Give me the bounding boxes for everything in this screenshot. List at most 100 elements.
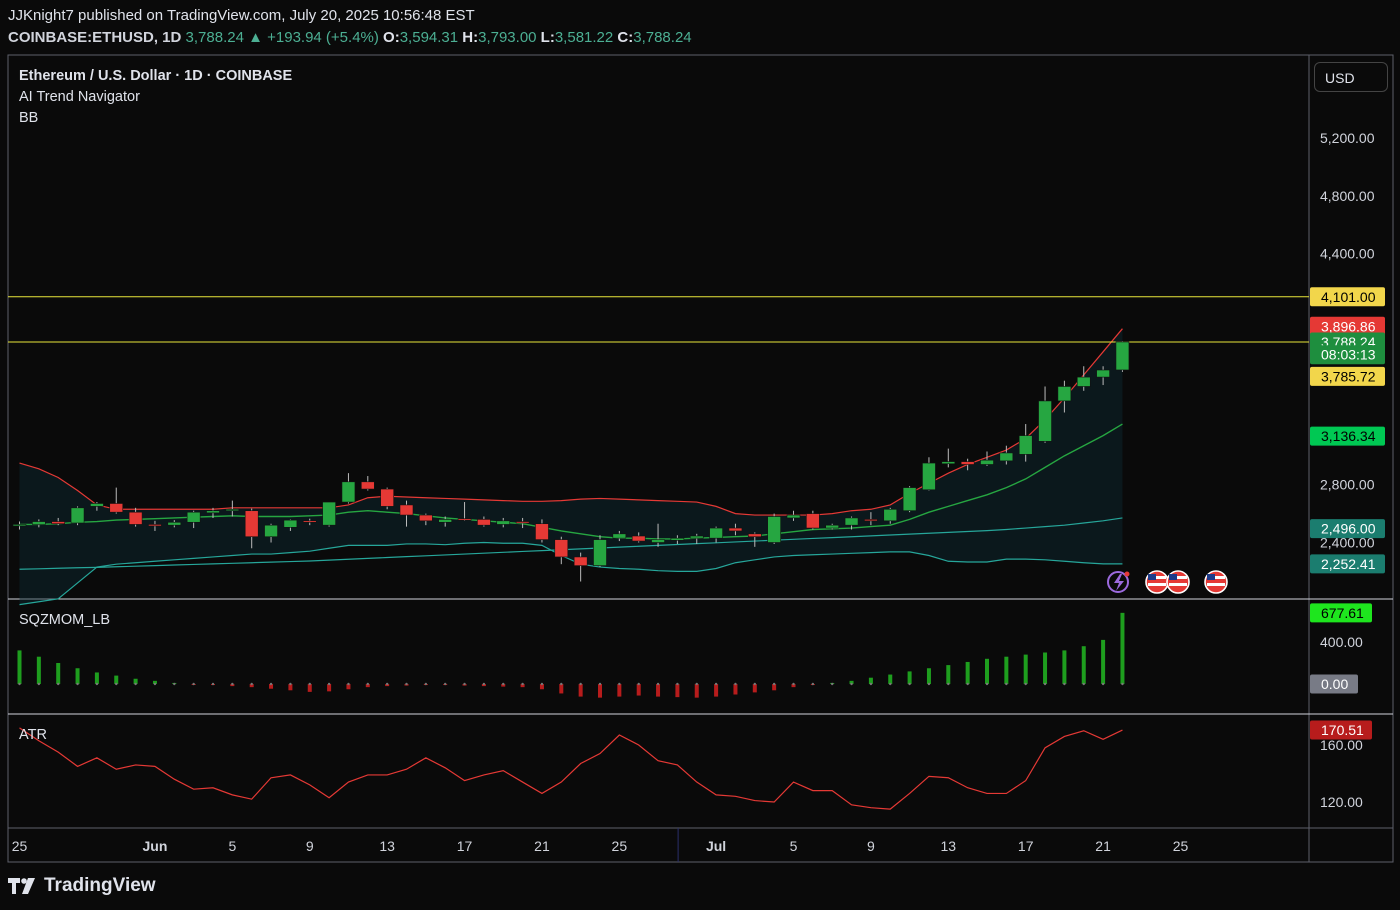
sqzmom-zero-dot	[521, 682, 524, 686]
sqzmom-zero-dot	[76, 682, 79, 686]
candle	[109, 487, 124, 514]
sqzmom-bar	[56, 663, 61, 684]
sqzmom-bar	[1101, 639, 1106, 684]
atr-last-label-text: 170.51	[1321, 722, 1364, 738]
sqzmom-zero-dot	[811, 682, 815, 686]
candle	[341, 473, 356, 504]
candle-body	[612, 533, 627, 539]
lightning-bolt-icon	[1114, 574, 1124, 591]
indicator-legend-sqzmom[interactable]: SQZMOM_LB	[19, 612, 110, 628]
candle-body	[689, 535, 704, 539]
price-label-text: 4,101.00	[1321, 289, 1376, 305]
sqzmom-zero-dot	[444, 682, 447, 686]
candle-body	[90, 503, 104, 507]
chart-canvas[interactable]: 5,200.004,800.004,400.002,800.002,400.00…	[0, 0, 1400, 910]
sqzmom-last-label-text: 677.61	[1321, 605, 1364, 621]
price-tick-label: 4,800.00	[1320, 188, 1375, 204]
indicator-legend-bb[interactable]: BB	[19, 110, 38, 126]
sqzmom-zero-dot	[385, 682, 389, 686]
candle-body	[70, 507, 85, 524]
sqzmom-bar	[965, 661, 970, 684]
event-dot-icon	[1124, 571, 1130, 577]
sqzmom-zero-dot	[231, 682, 234, 686]
sqzmom-zero-dot	[985, 682, 989, 686]
sqzmom-bar	[985, 658, 989, 684]
sqzmom-zero-dot	[192, 682, 195, 686]
time-tick-label: 17	[457, 838, 473, 854]
candle-body	[399, 504, 414, 516]
candle-body	[728, 527, 743, 532]
candle-body	[51, 521, 66, 525]
time-tick-label: 21	[534, 838, 550, 854]
sqzmom-bar	[617, 684, 622, 697]
time-tick-label: 9	[306, 838, 314, 854]
sqzmom-bar	[17, 650, 22, 684]
us-flag-canton-icon	[1169, 574, 1177, 580]
sqzmom-zero-dot	[327, 682, 331, 686]
sqzmom-zero-dot	[115, 682, 118, 686]
sqzmom-zero-dot	[792, 682, 795, 686]
currency-button[interactable]: USD	[1314, 62, 1388, 92]
candle-body	[922, 462, 936, 491]
time-tick-label: 5	[228, 838, 236, 854]
sqzmom-zero-dot	[57, 682, 60, 686]
sqzmom-zero-dot	[37, 682, 41, 686]
sqzmom-zero-dot	[1043, 682, 1047, 686]
sqzmom-zero-dot	[560, 682, 563, 686]
sqzmom-zero-dot	[463, 682, 466, 686]
candle-body	[670, 537, 685, 541]
candle	[1115, 341, 1130, 372]
candle	[554, 536, 569, 565]
candle-body	[651, 539, 665, 543]
candle-body	[960, 461, 975, 465]
candle-body	[225, 508, 240, 512]
sqzmom-bar	[1062, 650, 1067, 684]
price-label-text: 08:03:13	[1321, 347, 1376, 363]
candle-body	[1076, 376, 1091, 387]
sqzmom-zero-dot	[966, 682, 969, 686]
atr-tick-label: 120.00	[1320, 794, 1363, 810]
candle-body	[747, 533, 762, 538]
sqzmom-zero-dot	[869, 682, 873, 686]
sqzmom-zero-dot	[1063, 682, 1066, 686]
time-tick-label: Jun	[143, 838, 168, 854]
candle-body	[380, 488, 394, 507]
candle-body	[864, 519, 878, 522]
main-series-legend[interactable]: Ethereum / U.S. Dollar · 1D · COINBASE	[19, 68, 292, 84]
candle-body	[438, 519, 453, 523]
candle-body	[12, 524, 27, 527]
indicator-legend-ai-trend[interactable]: AI Trend Navigator	[19, 89, 140, 105]
candle-body	[902, 487, 917, 512]
time-tick-label: 25	[612, 838, 628, 854]
candle	[380, 487, 394, 510]
price-label-text: 2,252.41	[1321, 556, 1376, 572]
tradingview-logo-icon	[8, 878, 35, 894]
sqzmom-zero-dot	[153, 682, 157, 686]
time-tick-label: 9	[867, 838, 875, 854]
indicator-legend-atr[interactable]: ATR	[19, 727, 47, 743]
us-flag-stripe-icon	[1169, 583, 1187, 586]
sqzmom-zero-dot	[347, 682, 350, 686]
sqzmom-zero-dot	[1024, 682, 1027, 686]
time-tick-label: 25	[12, 838, 28, 854]
candle	[360, 476, 375, 491]
tradingview-logo: TradingView	[8, 875, 156, 897]
price-tick-label: 2,800.00	[1320, 477, 1375, 493]
candle-body	[244, 510, 259, 538]
candle-body	[999, 452, 1014, 462]
candle-body	[883, 508, 898, 522]
sqzmom-zero-dot	[250, 682, 253, 686]
sqzmom-zero-dot	[134, 682, 137, 686]
sqzmom-bar	[752, 684, 757, 693]
candle-body	[496, 520, 511, 525]
sqzmom-zero-dot	[424, 682, 428, 686]
sqzmom-zero-dot	[308, 682, 311, 686]
sqzmom-bar	[114, 675, 119, 684]
sqzmom-bar	[94, 672, 99, 684]
candle-body	[980, 459, 994, 465]
candle	[806, 510, 820, 530]
sqzmom-zero-dot	[211, 682, 215, 686]
sqzmom-bar	[656, 684, 661, 697]
sqzmom-bar	[888, 674, 893, 684]
sqzmom-bar	[946, 665, 951, 684]
